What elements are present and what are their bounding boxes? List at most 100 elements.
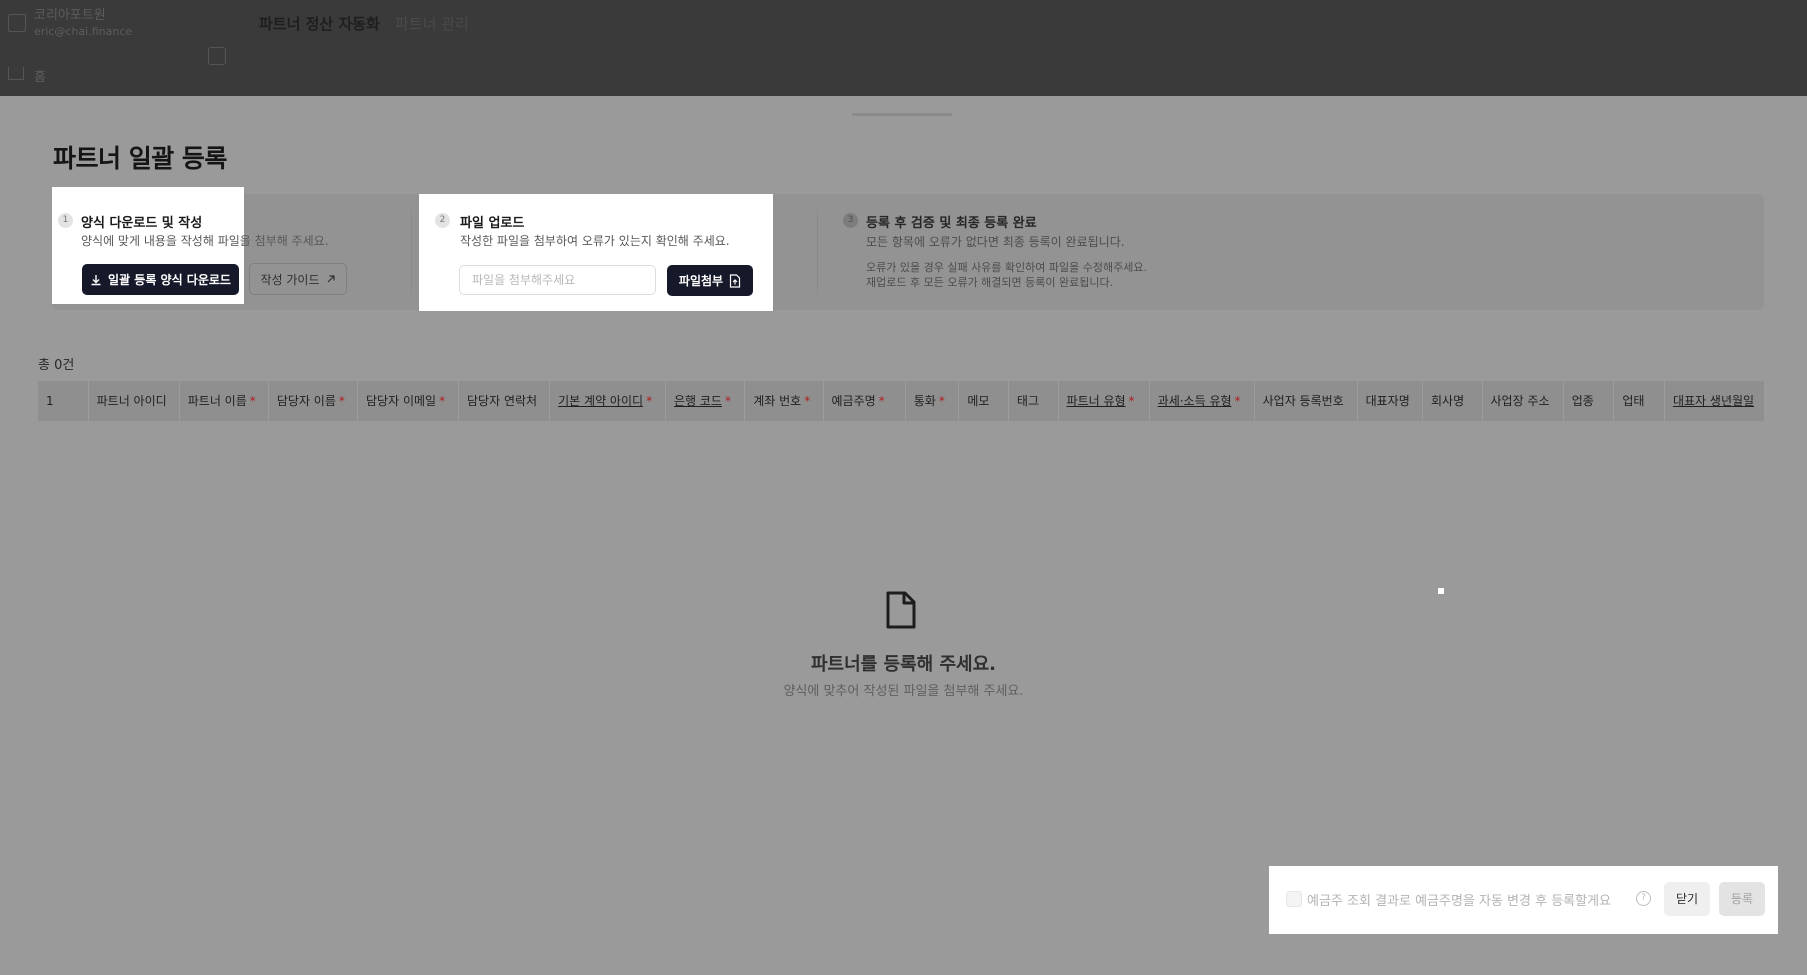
column-header-label: 예금주명 [831, 394, 876, 408]
top-bar: 코리아포트원 eric@chai.finance 홈 파트너 정산 자동화 파트… [0, 0, 1807, 96]
register-button[interactable]: 등록 [1719, 882, 1765, 916]
auto-rename-checkbox[interactable] [1286, 891, 1302, 907]
step-title: 등록 후 검증 및 최종 등록 완료 [866, 216, 1037, 231]
org-name: 코리아포트원 [34, 8, 106, 23]
column-header-label: 1 [46, 394, 54, 408]
column-header: 담당자 이름 * [269, 381, 359, 421]
table-header: 1 파트너 아이디 파트너 이름 * 담당자 이름 * 담당자 이메일 * 담당자 연락처 기본 … [38, 381, 1765, 421]
column-header-label: 기본 계약 아이디 [558, 394, 644, 408]
sidebar-item-home[interactable]: 홈 [34, 66, 46, 85]
step-note: 오류가 있을 경우 실패 사유를 확인하여 파일을 수정해주세요. [866, 261, 1147, 274]
step-description: 작성한 파일을 첨부하여 오류가 있는지 확인해 주세요. [460, 234, 730, 248]
required-marker: * [1128, 394, 1135, 408]
column-header: 파트너 이름 * [180, 381, 269, 421]
page-title: 파트너 일괄 등록 [53, 144, 227, 173]
column-header: 태그 [1009, 381, 1059, 421]
step-description: 양식에 맞게 내용을 작성해 파일을 첨부해 주세요. [81, 234, 329, 248]
column-header-label: 담당자 이메일 [366, 394, 437, 408]
step-note: 재업로드 후 모든 오류가 해결되면 등록이 완료됩니다. [866, 276, 1114, 289]
column-header: 담당자 연락처 [459, 381, 551, 421]
column-header: 담당자 이메일 * [358, 381, 460, 421]
step-number: 2 [435, 213, 450, 228]
cursor-marker [1438, 588, 1444, 594]
writing-guide-label: 작성 가이드 [260, 272, 320, 287]
required-marker: * [724, 394, 731, 408]
column-header-label: 파트너 이름 [187, 394, 247, 408]
file-upload-icon [729, 273, 741, 288]
auto-rename-label: 예금주 조회 결과로 예금주명을 자동 변경 후 등록할게요 [1307, 894, 1612, 909]
column-header: 통화 * [906, 381, 960, 421]
step-title: 파일 업로드 [460, 216, 525, 231]
step-upload: 2 파일 업로드 작성한 파일을 첨부하여 오류가 있는지 확인해 주세요. 파… [419, 194, 773, 311]
column-header-label: 업태 [1622, 394, 1645, 408]
file-icon [886, 591, 916, 629]
column-header-label: 회사명 [1431, 394, 1465, 408]
step-verify: 3 등록 후 검증 및 최종 등록 완료 모든 항목에 오류가 없다면 최종 등… [820, 194, 1240, 311]
column-header-label: 파트너 아이디 [96, 394, 167, 408]
file-name-input[interactable] [459, 265, 656, 295]
action-panel: 예금주 조회 결과로 예금주명을 자동 변경 후 등록할게요 ? 닫기 등록 [1269, 866, 1778, 934]
column-header-label: 업종 [1571, 394, 1594, 408]
empty-state-description: 양식에 맞추어 작성된 파일을 첨부해 주세요. [783, 684, 1024, 699]
column-header: 1 [38, 381, 89, 421]
required-marker: * [878, 394, 885, 408]
download-template-button[interactable]: 일괄 등록 양식 다운로드 [82, 264, 239, 295]
column-header-label: 담당자 이름 [276, 394, 336, 408]
required-marker: * [1234, 394, 1241, 408]
step-number: 3 [843, 213, 858, 228]
step-divider [411, 210, 412, 294]
writing-guide-button[interactable]: 작성 가이드 [249, 263, 347, 295]
column-header[interactable]: 은행 코드 * [666, 381, 746, 421]
column-header-label: 은행 코드 [673, 394, 722, 408]
attach-file-button[interactable]: 파일첨부 [667, 265, 753, 296]
help-icon[interactable]: ? [1636, 891, 1651, 906]
column-header-label: 대표자 생년월일 [1672, 394, 1755, 408]
close-button[interactable]: 닫기 [1664, 882, 1710, 916]
required-marker: * [938, 394, 945, 408]
required-marker: * [338, 394, 345, 408]
step-number: 1 [58, 213, 73, 228]
home-icon [8, 67, 24, 80]
download-icon [91, 274, 101, 285]
column-header-label: 메모 [967, 394, 990, 408]
step-description: 모든 항목에 오류가 없다면 최종 등록이 완료됩니다. [866, 235, 1125, 249]
empty-state-title: 파트너를 등록해 주세요. [811, 654, 996, 675]
column-header: 계좌 번호 * [745, 381, 824, 421]
column-header: 예금주명 * [824, 381, 906, 421]
column-header-label: 사업자 등록번호 [1262, 394, 1344, 408]
required-marker: * [646, 394, 653, 408]
column-header: 대표자명 [1358, 381, 1424, 421]
step-title: 양식 다운로드 및 작성 [81, 216, 203, 231]
column-header-label: 사업장 주소 [1490, 394, 1550, 408]
column-header[interactable]: 대표자 생년월일 [1665, 381, 1765, 421]
column-header-label: 태그 [1016, 394, 1040, 408]
building-icon [8, 14, 26, 32]
column-header-label: 대표자명 [1365, 394, 1410, 408]
column-header: 회사명 [1423, 381, 1483, 421]
column-header[interactable]: 과세·소득 유형 * [1150, 381, 1255, 421]
required-marker: * [439, 394, 446, 408]
column-header: 업태 [1614, 381, 1665, 421]
column-header: 업종 [1564, 381, 1615, 421]
tab-partner-management[interactable]: 파트너 관리 [395, 13, 469, 34]
tab-partner-settlement[interactable]: 파트너 정산 자동화 [259, 13, 380, 34]
download-template-label: 일괄 등록 양식 다운로드 [108, 273, 231, 287]
column-header: 사업자 등록번호 [1255, 381, 1358, 421]
column-header-label: 통화 [913, 394, 936, 408]
modal-drag-handle [852, 113, 952, 116]
column-header[interactable]: 기본 계약 아이디 * [550, 381, 666, 421]
column-header[interactable]: 파트너 유형 * [1059, 381, 1150, 421]
column-header-label: 파트너 유형 [1066, 394, 1126, 408]
step-download: 1 양식 다운로드 및 작성 양식에 맞게 내용을 작성해 파일을 첨부해 주세… [52, 187, 329, 304]
column-header: 메모 [959, 381, 1009, 421]
column-header-label: 계좌 번호 [753, 394, 802, 408]
sidebar-collapse-icon[interactable] [208, 47, 226, 65]
org-email: eric@chai.finance [34, 25, 133, 38]
step-divider [817, 210, 818, 294]
column-header-label: 담당자 연락처 [467, 394, 538, 408]
column-header: 사업장 주소 [1483, 381, 1564, 421]
external-link-icon [327, 275, 335, 283]
column-header-label: 과세·소득 유형 [1157, 394, 1232, 408]
attach-file-label: 파일첨부 [678, 274, 724, 288]
required-marker: * [804, 394, 811, 408]
